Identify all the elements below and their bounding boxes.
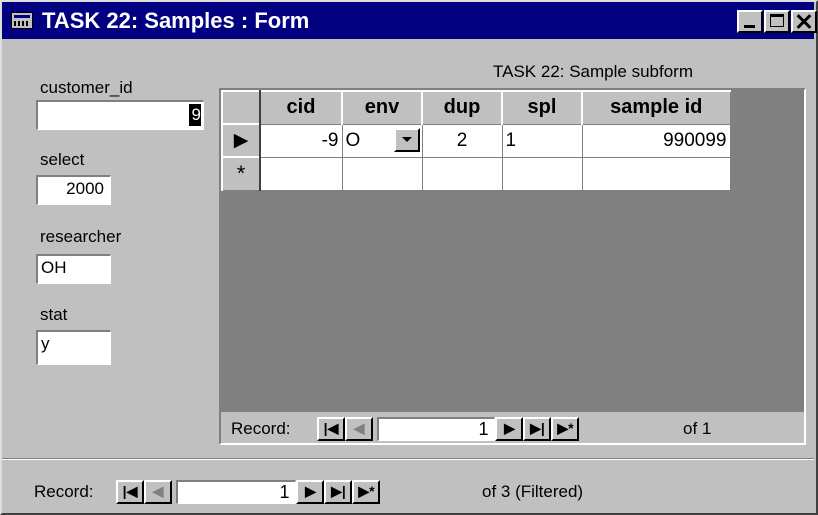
new-record-button[interactable]: ▶* — [551, 417, 580, 441]
form-new-record-button[interactable]: ▶* — [352, 480, 381, 504]
current-record-selector[interactable]: ▶ — [221, 123, 261, 158]
new-cell-sample-id[interactable] — [581, 156, 731, 191]
stat-field[interactable]: y — [36, 330, 111, 365]
subform-record-navigator: Record: |◀ ◀ 1 ▶ ▶| ▶* of 1 — [221, 415, 804, 443]
customer-id-field[interactable]: 9 — [36, 100, 204, 130]
select-field[interactable]: 2000 — [36, 175, 111, 205]
new-record-row[interactable]: * — [221, 156, 731, 191]
table-row[interactable]: ▶ -9 O 2 1 990099 — [221, 123, 731, 158]
subform-record-label: Record: — [231, 419, 291, 438]
cell-dup[interactable]: 2 — [421, 123, 503, 158]
column-header-dup[interactable]: dup — [421, 90, 503, 125]
form-next-record-button[interactable]: ▶ — [296, 480, 325, 504]
close-button[interactable] — [791, 10, 817, 33]
maximize-button[interactable] — [764, 10, 790, 33]
new-cell-spl[interactable] — [501, 156, 583, 191]
divider — [2, 458, 814, 460]
form-last-record-button[interactable]: ▶| — [324, 480, 353, 504]
sample-subform: cid env dup spl sample id ▶ -9 O 2 1 990… — [219, 88, 806, 445]
datasheet-area[interactable]: cid env dup spl sample id ▶ -9 O 2 1 990… — [221, 90, 804, 412]
header-row: cid env dup spl sample id — [221, 90, 731, 125]
column-header-env[interactable]: env — [341, 90, 423, 125]
env-dropdown-button[interactable] — [393, 127, 420, 152]
subform-caption: TASK 22: Sample subform — [493, 62, 693, 81]
new-cell-env[interactable] — [341, 156, 423, 191]
researcher-field[interactable]: OH — [36, 254, 111, 284]
select-label: select — [40, 150, 85, 169]
window-title: TASK 22: Samples : Form — [42, 8, 310, 33]
sample-datasheet: cid env dup spl sample id ▶ -9 O 2 1 990… — [221, 90, 731, 191]
stat-label: stat — [40, 305, 68, 324]
form-prev-record-button[interactable]: ◀ — [144, 480, 172, 504]
subform-record-number[interactable]: 1 — [377, 417, 496, 441]
form-first-record-button[interactable]: |◀ — [116, 480, 144, 504]
form-icon[interactable] — [11, 12, 33, 29]
column-header-spl[interactable]: spl — [501, 90, 583, 125]
cell-env[interactable]: O — [341, 123, 423, 158]
column-header-cid[interactable]: cid — [259, 90, 343, 125]
prev-record-button[interactable]: ◀ — [345, 417, 373, 441]
env-value: O — [345, 129, 361, 151]
form-record-label: Record: — [34, 482, 94, 501]
researcher-label: researcher — [40, 227, 122, 246]
form-record-total: of 3 (Filtered) — [482, 482, 584, 501]
column-header-sample-id[interactable]: sample id — [581, 90, 731, 125]
title-bar[interactable]: TASK 22: Samples : Form — [2, 2, 817, 39]
next-record-button[interactable]: ▶ — [495, 417, 524, 441]
new-cell-cid[interactable] — [259, 156, 343, 191]
last-record-button[interactable]: ▶| — [523, 417, 552, 441]
new-record-selector[interactable]: * — [221, 156, 261, 191]
select-all-corner[interactable] — [221, 90, 261, 125]
cell-sample-id[interactable]: 990099 — [581, 123, 731, 158]
form-record-navigator: Record: |◀ ◀ 1 ▶ ▶| ▶* of 3 (Filtered) — [4, 478, 704, 506]
cell-cid[interactable]: -9 — [259, 123, 343, 158]
new-cell-dup[interactable] — [421, 156, 503, 191]
minimize-button[interactable] — [737, 10, 763, 33]
form-record-number[interactable]: 1 — [176, 480, 297, 504]
customer-id-label: customer_id — [40, 78, 133, 97]
chevron-down-icon — [401, 136, 412, 142]
selected-text: 9 — [189, 104, 201, 126]
first-record-button[interactable]: |◀ — [317, 417, 345, 441]
subform-record-total: of 1 — [683, 419, 712, 438]
cell-spl[interactable]: 1 — [501, 123, 583, 158]
